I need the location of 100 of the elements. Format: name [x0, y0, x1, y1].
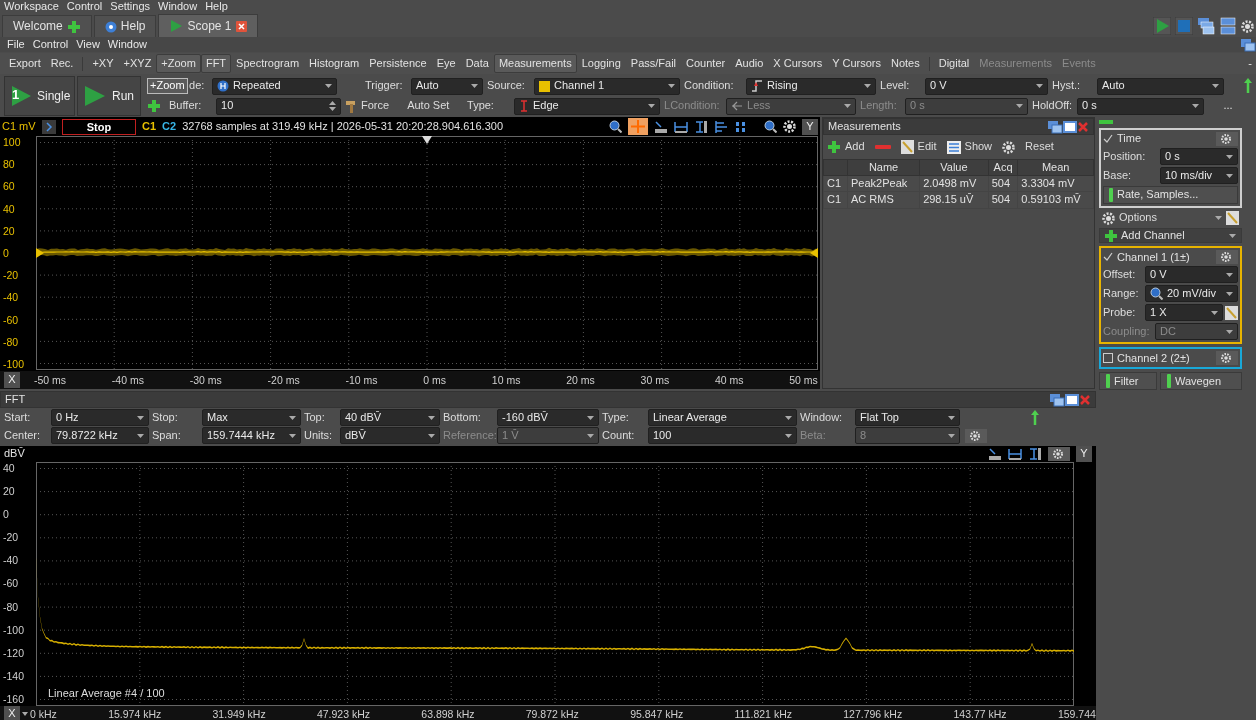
menu-item[interactable]: Window — [103, 37, 151, 52]
window-icon[interactable] — [1049, 392, 1065, 407]
dropdown[interactable]: Rising — [746, 77, 876, 95]
toolbar-button[interactable]: Logging — [576, 53, 626, 74]
combo-field[interactable]: 20 mV/div — [1145, 285, 1238, 303]
show-button[interactable]: Show — [946, 140, 993, 154]
dropdown[interactable]: Channel 1 — [534, 77, 680, 95]
toolbar-button[interactable]: Digital — [933, 53, 975, 74]
window-icon[interactable] — [1240, 37, 1256, 52]
toolbar-button[interactable]: Audio — [730, 53, 769, 74]
column-header[interactable]: Value — [919, 159, 989, 176]
stacked-windows-icon[interactable] — [1219, 17, 1237, 35]
add-channel-button[interactable]: Add Channel — [1099, 228, 1242, 244]
run-icon[interactable] — [1153, 17, 1171, 35]
cursor-tool-icon[interactable] — [988, 447, 1002, 461]
toolbar-button[interactable]: Notes — [885, 53, 925, 74]
spin-field[interactable]: 10 — [216, 97, 341, 115]
toolbar-button[interactable]: Measurements — [493, 53, 577, 74]
x-axis-button[interactable]: X — [4, 372, 20, 388]
wavegen-button[interactable]: Wavegen — [1160, 372, 1242, 391]
menu-item[interactable]: Control — [28, 37, 73, 52]
horizontal-cursor-icon[interactable] — [674, 119, 688, 134]
combo-field[interactable]: 0 s — [1077, 97, 1204, 115]
toolbar-button[interactable]: X Cursors — [768, 53, 828, 74]
force-button[interactable]: Force — [345, 99, 390, 113]
toolbar-button[interactable]: Y Cursors — [827, 53, 886, 74]
minimize-button[interactable]: - — [1244, 56, 1256, 71]
toolbar-button[interactable]: +XY — [87, 53, 119, 74]
toolbar-button[interactable]: Histogram — [304, 53, 365, 74]
toolbar-button[interactable]: Data — [460, 53, 494, 74]
edit-button[interactable]: Edit — [900, 140, 937, 154]
settings-icon[interactable] — [965, 428, 987, 443]
auto-set-button[interactable]: Auto Set — [407, 99, 450, 113]
combo-field[interactable]: 10 ms/div — [1160, 167, 1238, 184]
tab[interactable]: Welcome — [2, 15, 92, 37]
menu-item[interactable]: File — [3, 37, 29, 52]
add-button[interactable]: Add — [827, 140, 865, 154]
window-icon[interactable] — [1047, 119, 1063, 134]
combo-field[interactable]: 0 V — [1145, 266, 1238, 284]
combo-field[interactable]: Auto — [1097, 77, 1224, 95]
combo-field[interactable]: 0 V — [925, 77, 1048, 95]
combo-field[interactable]: -160 dBV̄ — [497, 409, 599, 426]
maximize-icon[interactable] — [1065, 393, 1079, 406]
options-button[interactable]: Options — [1102, 211, 1157, 225]
toolbar-button[interactable]: +XYZ — [118, 53, 157, 74]
combo-field[interactable]: 159.7444 kHz — [202, 427, 301, 444]
more-button[interactable]: ... — [1223, 99, 1233, 113]
menu-item[interactable]: Window — [154, 0, 202, 14]
toolbar-button[interactable]: Pass/Fail — [625, 53, 682, 74]
expand-button-icon[interactable] — [42, 119, 56, 134]
menu-item[interactable]: Control — [62, 0, 107, 14]
dropdown[interactable]: Auto — [411, 77, 483, 95]
toolbar-button[interactable]: +Zoom — [156, 53, 201, 74]
settings-icon[interactable] — [783, 120, 796, 133]
settings-icon[interactable] — [1216, 250, 1238, 265]
combo-field[interactable]: dBV̄ — [340, 427, 440, 444]
trigger-position-marker[interactable] — [422, 136, 432, 144]
toolbar-button[interactable]: Eye — [431, 53, 461, 74]
zoom-icon[interactable] — [764, 120, 777, 133]
rate-samples-button[interactable]: Rate, Samples... — [1103, 186, 1238, 204]
horizontal-cursor-icon[interactable] — [1008, 447, 1022, 461]
arrow-up-icon[interactable] — [1031, 409, 1039, 426]
combo-field[interactable]: Max — [202, 409, 301, 426]
filter-button[interactable]: Filter — [1099, 372, 1157, 391]
tab[interactable]: Scope 1 — [158, 14, 258, 37]
menu-item[interactable]: Help — [201, 0, 232, 14]
vertical-cursor-icon[interactable] — [1028, 447, 1042, 461]
channel-tag[interactable]: C1 — [142, 119, 157, 134]
column-header[interactable]: Name — [847, 159, 920, 176]
checkbox[interactable] — [1103, 353, 1113, 364]
checkmark-icon[interactable] — [1103, 252, 1113, 263]
single-button[interactable]: 1 Single — [4, 76, 75, 116]
spin-arrows-icon[interactable] — [329, 100, 336, 112]
combo-field[interactable]: Flat Top — [855, 409, 960, 426]
settings-button[interactable] — [1002, 140, 1016, 154]
maximize-icon[interactable] — [1063, 120, 1077, 133]
trigger-level-marker[interactable] — [36, 248, 44, 258]
run-button[interactable]: Run — [77, 76, 141, 116]
toolbar-button[interactable]: Export — [4, 53, 46, 74]
align-icon[interactable] — [714, 119, 728, 134]
numbering-icon[interactable] — [734, 119, 748, 134]
combo-field[interactable]: 0 s — [1160, 148, 1238, 165]
menu-item[interactable]: Workspace — [0, 0, 63, 14]
zoom-icon[interactable] — [609, 120, 622, 133]
toolbar-button[interactable]: Persistence — [364, 53, 432, 74]
checkmark-icon[interactable] — [1103, 134, 1113, 144]
collapse-icon[interactable] — [1099, 119, 1113, 125]
combo-field[interactable]: 1 X — [1145, 304, 1223, 322]
dropdown[interactable]: Edge — [514, 97, 660, 115]
caret-icon[interactable] — [22, 712, 28, 716]
combo-field[interactable]: Linear Average — [648, 409, 797, 426]
column-header[interactable]: Mean — [1017, 159, 1094, 176]
cursor-tool-icon[interactable] — [654, 119, 668, 134]
pencil-icon[interactable] — [1225, 305, 1238, 320]
toolbar-button[interactable]: Counter — [681, 53, 731, 74]
settings-icon[interactable] — [1241, 19, 1254, 33]
toolbar-button[interactable]: Spectrogram — [231, 53, 305, 74]
dropdown[interactable]: Repeated — [212, 77, 337, 95]
menu-item[interactable]: Settings — [106, 0, 155, 14]
combo-field[interactable]: 0 Hz — [51, 409, 149, 426]
